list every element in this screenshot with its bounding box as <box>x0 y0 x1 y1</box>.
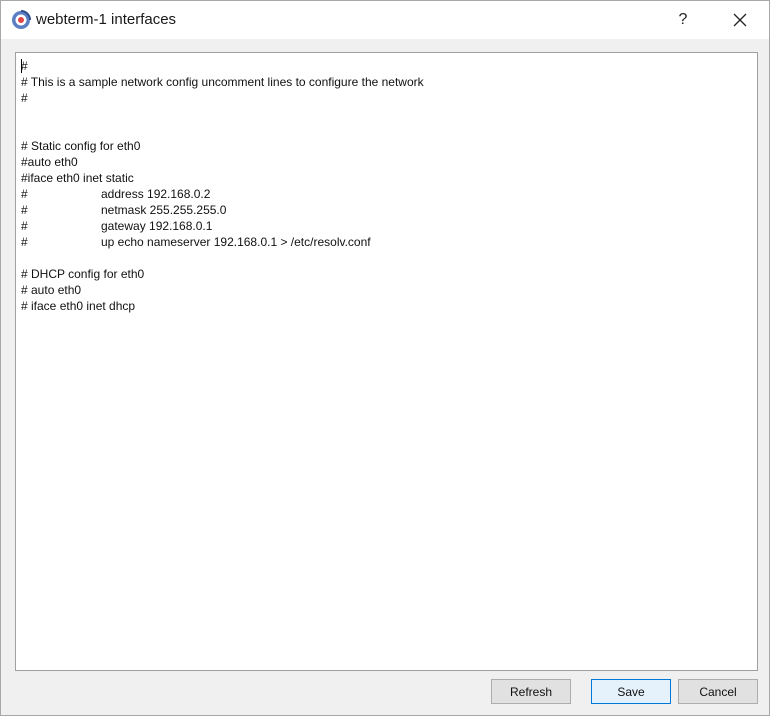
config-text-editor[interactable]: # # This is a sample network config uncom… <box>15 52 758 671</box>
code-line: # up echo nameserver 192.168.0.1 > /etc/r… <box>21 234 752 250</box>
code-line-prefix: # <box>21 235 28 249</box>
help-icon: ? <box>678 11 688 28</box>
title-bar: webterm-1 interfaces ? <box>1 1 769 39</box>
config-text: # # This is a sample network config uncom… <box>21 58 752 314</box>
code-line: #iface eth0 inet static <box>21 170 752 186</box>
window-title: webterm-1 interfaces <box>36 11 177 28</box>
code-line: # auto eth0 <box>21 282 752 298</box>
refresh-button[interactable]: Refresh <box>491 679 571 704</box>
help-button[interactable]: ? <box>663 4 703 36</box>
cancel-button[interactable]: Cancel <box>678 679 758 704</box>
code-line-body: up echo nameserver 192.168.0.1 > /etc/re… <box>101 235 371 249</box>
code-line-text: # auto eth0 <box>21 283 82 297</box>
code-line: # <box>21 90 752 106</box>
code-line-text: # This is a sample network config uncomm… <box>21 75 424 89</box>
code-line: # <box>21 58 752 74</box>
code-line-text: # Static config for eth0 <box>21 139 141 153</box>
code-line-text: # DHCP config for eth0 <box>21 267 145 281</box>
code-line-text: # <box>21 59 28 73</box>
code-line: # Static config for eth0 <box>21 138 752 154</box>
code-line: # address 192.168.0.2 <box>21 186 752 202</box>
code-line-body: netmask 255.255.255.0 <box>101 203 227 217</box>
code-line-body: gateway 192.168.0.1 <box>101 219 213 233</box>
close-icon <box>733 13 747 27</box>
code-line-text: #iface eth0 inet static <box>21 171 134 185</box>
save-button[interactable]: Save <box>591 679 671 704</box>
code-line-text: # <box>21 91 28 105</box>
code-line-prefix: # <box>21 219 28 233</box>
code-line: #auto eth0 <box>21 154 752 170</box>
code-line-text: #auto eth0 <box>21 155 78 169</box>
code-line-prefix: # <box>21 187 28 201</box>
code-line-text: # iface eth0 inet dhcp <box>21 299 136 313</box>
code-line-body: address 192.168.0.2 <box>101 187 211 201</box>
code-line: # DHCP config for eth0 <box>21 266 752 282</box>
code-line: # iface eth0 inet dhcp <box>21 298 752 314</box>
interfaces-dialog: webterm-1 interfaces ? # # This is a samp… <box>0 0 770 716</box>
close-button[interactable] <box>719 4 761 36</box>
code-line-prefix: # <box>21 203 28 217</box>
code-line: # netmask 255.255.255.0 <box>21 202 752 218</box>
code-line: # This is a sample network config uncomm… <box>21 74 752 90</box>
code-line: # gateway 192.168.0.1 <box>21 218 752 234</box>
app-logo-icon <box>11 10 31 30</box>
